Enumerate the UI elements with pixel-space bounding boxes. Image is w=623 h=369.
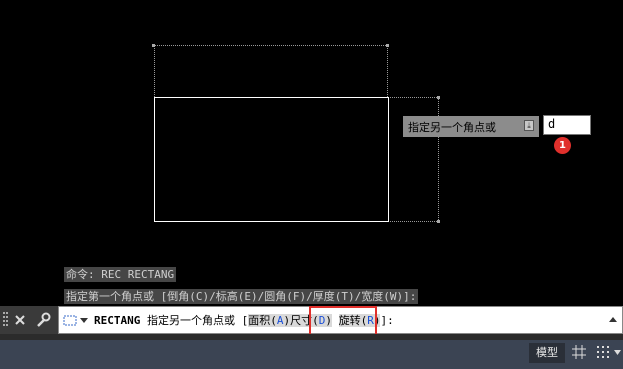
dynamic-input-prompt: 指定另一个角点或 ⤓: [403, 116, 539, 137]
dropdown-arrow-icon[interactable]: ⤓: [524, 120, 534, 131]
annotation-badge-1: 1: [554, 137, 571, 154]
grip-point: [386, 44, 389, 47]
grip-point: [437, 220, 440, 223]
drag-handle-icon[interactable]: [3, 312, 9, 328]
snap-icon[interactable]: [597, 346, 609, 358]
grip-point: [152, 44, 155, 47]
model-space-tab[interactable]: 模型: [529, 343, 565, 363]
grid-icon[interactable]: [572, 345, 586, 359]
option-area[interactable]: 面积(A): [248, 314, 291, 327]
dynamic-input-prompt-label: 指定另一个角点或: [408, 121, 496, 134]
command-history-line: 命令: REC RECTANG: [64, 267, 177, 282]
history-expand-icon[interactable]: [609, 317, 617, 322]
wrench-icon[interactable]: [35, 312, 51, 328]
option-area-label: 面积(: [248, 314, 277, 327]
dynamic-input-field[interactable]: d: [543, 115, 591, 135]
command-line-handle: [0, 306, 58, 334]
recent-commands-dropdown-icon[interactable]: [80, 318, 88, 323]
command-prompt: 指定另一个角点或 [: [146, 314, 249, 327]
preview-rect-top-dotted: [154, 45, 388, 97]
command-history-line: 指定第一个角点或 [倒角(C)/标高(E)/圆角(F)/厚度(T)/宽度(W)]…: [64, 289, 419, 304]
close-icon[interactable]: [14, 314, 26, 326]
rectangle-shape: [154, 97, 389, 222]
rectangle-command-icon: [63, 315, 77, 326]
command-name: RECTANG: [94, 314, 141, 327]
grip-point: [437, 96, 440, 99]
snap-dropdown-icon[interactable]: [614, 350, 621, 355]
command-suffix: ]:: [380, 314, 394, 327]
